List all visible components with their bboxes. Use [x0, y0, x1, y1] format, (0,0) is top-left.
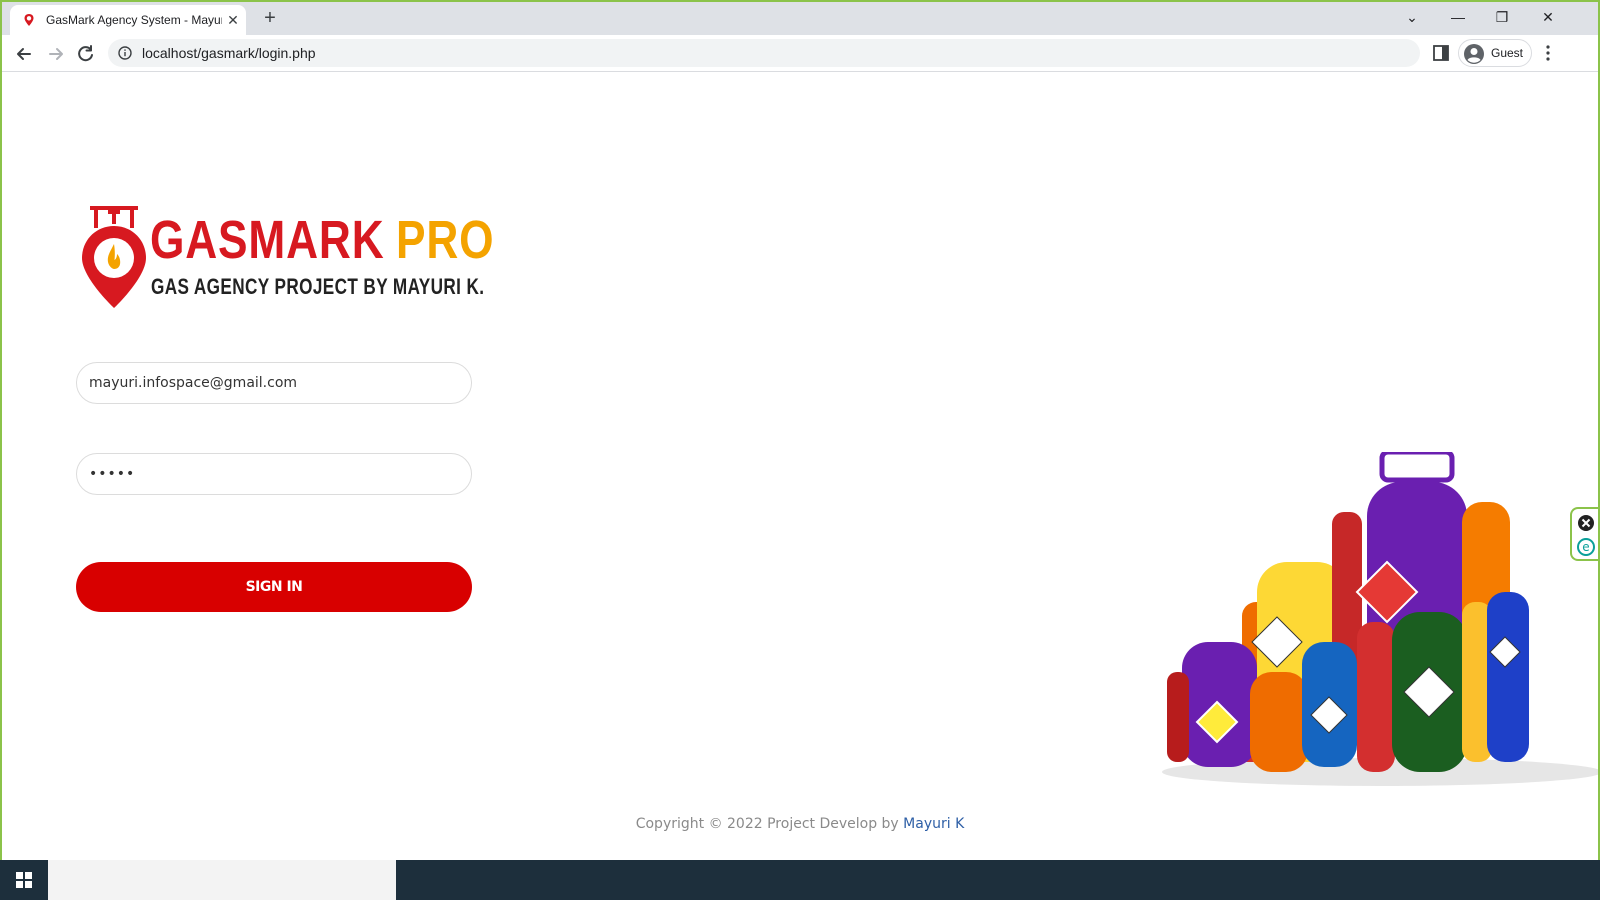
footer-author-link[interactable]: Mayuri K	[903, 816, 964, 832]
gas-cylinders-image	[1162, 452, 1598, 786]
logo-title-pro: PRO	[396, 210, 495, 270]
forward-icon[interactable]	[42, 40, 70, 68]
back-icon[interactable]	[10, 40, 38, 68]
password-field[interactable]: •••••	[76, 453, 472, 495]
menu-icon[interactable]	[1540, 43, 1556, 63]
profile-label: Guest	[1491, 46, 1524, 60]
taskbar	[0, 860, 1600, 900]
tab-title: GasMark Agency System - Mayuri	[46, 13, 222, 27]
close-circle-icon[interactable]	[1578, 515, 1594, 531]
info-icon[interactable]	[118, 46, 132, 60]
side-widget: e	[1570, 507, 1598, 561]
gasmark-logo: GASMARK PRO GAS AGENCY PROJECT BY MAYURI …	[80, 206, 494, 316]
tab-active[interactable]: GasMark Agency System - Mayuri ✕	[10, 5, 246, 35]
favicon-pin-icon	[24, 14, 34, 26]
svg-text:e: e	[1582, 540, 1589, 554]
footer: Copyright © 2022 Project Develop by Mayu…	[2, 816, 1598, 832]
browser-toolbar: localhost/gasmark/login.php Guest	[2, 35, 1598, 72]
extension-e-icon[interactable]: e	[1577, 538, 1595, 556]
gas-pin-logo-icon	[82, 206, 146, 308]
logo-title: GASMARK PRO	[150, 210, 494, 270]
tab-search-button[interactable]: ⌄	[1390, 2, 1434, 32]
profile-button[interactable]: Guest	[1458, 39, 1532, 67]
new-tab-button[interactable]: +	[258, 7, 282, 31]
browser-window: GasMark Agency System - Mayuri ✕ + ⌄ — ❐…	[0, 0, 1600, 860]
logo-subtitle: GAS AGENCY PROJECT BY MAYURI K.	[151, 274, 485, 299]
sign-in-button[interactable]: SIGN IN	[76, 562, 472, 612]
guest-avatar-icon	[1464, 44, 1484, 64]
tab-strip: GasMark Agency System - Mayuri ✕ + ⌄ — ❐…	[2, 2, 1598, 35]
tab-close-icon[interactable]: ✕	[224, 11, 242, 29]
url-text[interactable]: localhost/gasmark/login.php	[142, 45, 316, 61]
minimize-button[interactable]: —	[1436, 2, 1480, 32]
email-field[interactable]: mayuri.infospace@gmail.com	[76, 362, 472, 404]
restore-button[interactable]: ❐	[1480, 2, 1524, 32]
logo-title-gasmark: GASMARK	[150, 210, 385, 270]
windows-start-icon[interactable]	[0, 860, 48, 900]
close-window-button[interactable]: ✕	[1526, 2, 1570, 32]
side-panel-icon[interactable]	[1432, 44, 1450, 62]
footer-copyright: Copyright © 2022 Project Develop by	[635, 816, 904, 832]
reload-icon[interactable]	[72, 40, 100, 68]
taskbar-search-box[interactable]	[48, 860, 396, 900]
login-page: GASMARK PRO GAS AGENCY PROJECT BY MAYURI …	[2, 72, 1598, 860]
address-bar[interactable]: localhost/gasmark/login.php	[108, 39, 1420, 67]
